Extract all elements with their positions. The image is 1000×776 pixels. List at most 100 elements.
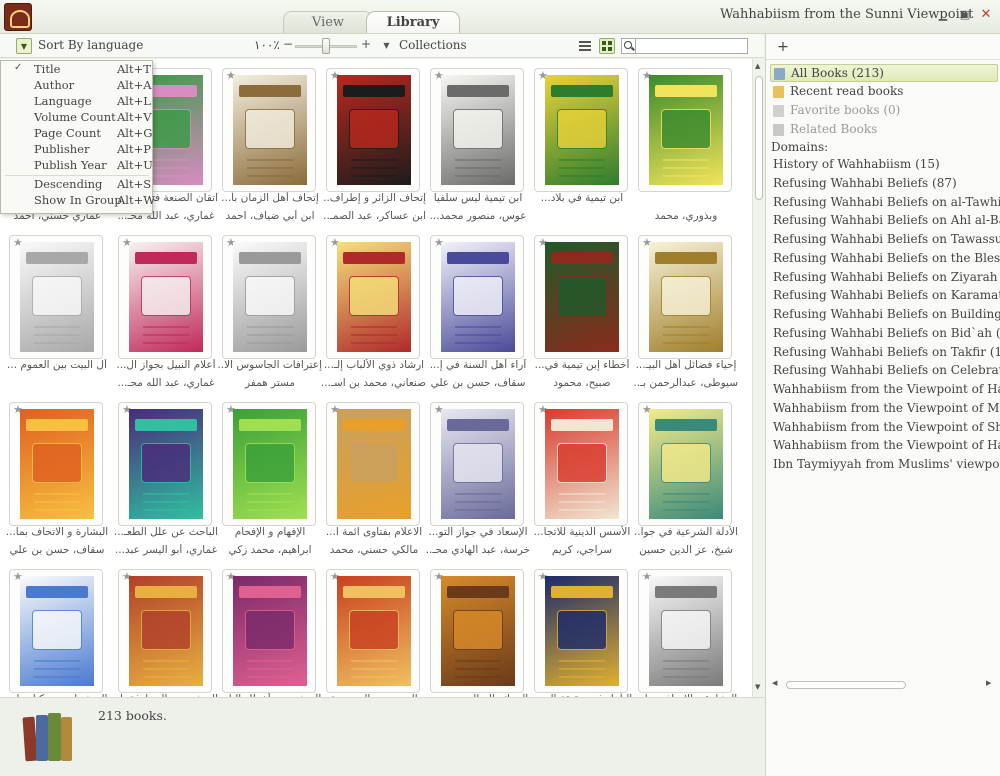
sort-menu-item[interactable]: ✓ Title Alt+T <box>2 62 152 78</box>
book-card[interactable]: ★التأمل في حقيقة التو... <box>532 569 632 697</box>
book-title[interactable]: الاعلام بفتاوى ائمة ا... <box>322 526 426 538</box>
zoom-out-button[interactable]: − <box>283 37 293 51</box>
book-frame[interactable]: ★ <box>638 235 732 359</box>
book-card[interactable]: ★ أخطاء إبن تيمية في... صبيح، محمود <box>534 235 629 393</box>
book-frame[interactable]: ★ <box>9 402 103 526</box>
book-cover[interactable] <box>337 242 411 352</box>
domain-item[interactable]: Refusing Wahhabi Beliefs on Building Tom… <box>773 307 1000 324</box>
book-card[interactable]: ★ ابن تيمية في بلاد... <box>534 68 628 226</box>
book-card[interactable]: ★التبرك بالصالحين بين... <box>428 569 528 697</box>
search-icon[interactable] <box>621 38 636 54</box>
domain-item[interactable]: Wahhabiism from the Viewpoint of Maaliki <box>773 401 1000 418</box>
book-cover[interactable] <box>233 75 307 185</box>
sort-menu-item[interactable]: Publisher Alt+P <box>2 142 152 158</box>
book-cover[interactable] <box>649 576 723 686</box>
book-frame[interactable]: ★ <box>430 68 524 192</box>
collection-item[interactable]: All Books (213) <box>770 64 998 82</box>
book-title[interactable]: ابن تيمية في بلاد... <box>530 192 634 204</box>
book-cover[interactable] <box>233 409 307 519</box>
sort-menu-item[interactable]: Show In Group Alt+W <box>2 193 155 209</box>
book-cover[interactable] <box>337 576 411 686</box>
book-card[interactable]: ★ آراء أهل السنة في إ... سقاف، حسن بن علي <box>430 235 526 393</box>
collections-label[interactable]: Collections <box>399 38 467 52</box>
domain-item[interactable]: Refusing Wahhabi Beliefs on Karamat (1) <box>773 288 1000 305</box>
sort-menu-item[interactable]: Language Alt+L <box>2 94 152 110</box>
book-frame[interactable]: ★ <box>222 235 316 359</box>
domain-item[interactable]: Refusing Wahhabi Beliefs on the Blessing… <box>773 251 1000 268</box>
book-cover[interactable] <box>545 576 619 686</box>
book-card[interactable]: ★ ابن تيمية ليس سلفيا عوس، منصور محمد... <box>430 68 526 226</box>
book-card[interactable]: ★ البشارة و الاتحاف بما... سقاف، حسن بن عل… <box>6 402 108 560</box>
book-card[interactable]: ★ وبذوري، محمد <box>638 68 732 226</box>
scroll-up-icon[interactable]: ▲ <box>755 62 760 70</box>
book-cover[interactable] <box>649 242 723 352</box>
scroll-left-icon[interactable]: ◀ <box>772 679 777 687</box>
book-card[interactable]: ★ ارشاد ذوي الألباب إلـ... صنعاني، محمد بن… <box>322 235 426 393</box>
domain-item[interactable]: Refusing Wahhabi Beliefs on Celebrating … <box>773 363 1000 380</box>
book-frame[interactable]: ★ <box>118 235 212 359</box>
book-title[interactable]: إتحاف أهل الزمان بأ... <box>218 192 322 204</box>
book-card[interactable]: ★ أعلام النبيل بجواز ال... غماري، عبد الله… <box>116 235 216 393</box>
panel-horizontal-scrollbar[interactable]: ◀ ▶ <box>766 679 1000 691</box>
sort-menu-item[interactable]: Author Alt+A <box>2 78 152 94</box>
domain-item[interactable]: Refusing Wahhabi Beliefs (87) <box>773 176 1000 193</box>
book-cover[interactable] <box>20 242 94 352</box>
book-cover[interactable] <box>337 75 411 185</box>
book-card[interactable]: ★ الاعلام بفتاوى ائمة ا... مالكي حسني، محم… <box>326 402 422 560</box>
book-title[interactable]: ارشاد ذوي الألباب إلـ... <box>322 359 426 371</box>
sort-menu-item[interactable]: Descending Alt+S <box>2 177 152 193</box>
book-cover[interactable] <box>129 409 203 519</box>
domain-item[interactable]: Wahhabiism from the Viewpoint of Hanbal <box>773 438 1000 455</box>
book-cover[interactable] <box>20 409 94 519</box>
book-cover[interactable] <box>545 75 619 185</box>
domain-item[interactable]: Refusing Wahhabi Beliefs on Tawassul (28… <box>773 232 1000 249</box>
book-frame[interactable]: ★ <box>326 569 420 693</box>
maximize-icon[interactable]: ▣ <box>957 8 973 22</box>
scroll-down-icon[interactable]: ▼ <box>755 683 760 691</box>
book-cover[interactable] <box>337 409 411 519</box>
book-title[interactable]: أعلام النبيل بجواز ال... <box>114 359 218 371</box>
domain-item[interactable]: Refusing Wahhabi Beliefs on Bid`ah (6) <box>773 326 1000 343</box>
book-cover[interactable] <box>441 75 515 185</box>
book-title[interactable]: أخطاء إبن تيمية في... <box>530 359 634 371</box>
book-card[interactable]: ★ الأسس الدينية للاتجا... سراجي، كريم <box>534 402 630 560</box>
book-title[interactable]: الإسعاد في جواز التو... <box>426 526 530 538</box>
book-title[interactable]: الباحث عن علل الطعـ... <box>114 526 218 538</box>
book-cover[interactable] <box>233 576 307 686</box>
zoom-in-button[interactable]: + <box>361 37 371 51</box>
book-card[interactable]: ★التجسيم و المجسمة <box>326 569 420 697</box>
book-frame[interactable]: ★ <box>430 402 524 526</box>
book-frame[interactable]: ★ <box>534 569 628 693</box>
sort-menu-item[interactable]: Volume Count Alt+V <box>2 110 152 126</box>
book-card[interactable]: ★ إحياء فضائل أهل البيـ... سيوطى، عبدالرحم… <box>634 235 738 393</box>
collections-dropdown-icon[interactable]: ▼ <box>380 38 393 54</box>
grid-scroll-thumb[interactable] <box>755 76 763 200</box>
close-icon[interactable]: ✕ <box>978 8 994 22</box>
book-cover[interactable] <box>649 409 723 519</box>
book-card[interactable]: ★التحذير من المجازفة با... <box>114 569 218 697</box>
book-title[interactable]: إتحاف الزائر و إطراف... <box>322 192 426 204</box>
book-frame[interactable]: ★ <box>326 235 420 359</box>
book-card[interactable]: ★ الإفهام و الإفحام ابراهيم، محمد زكي <box>222 402 316 560</box>
book-frame[interactable]: ★ <box>638 402 732 526</box>
book-frame[interactable]: ★ <box>9 569 103 693</box>
book-title[interactable]: الإفهام و الإفحام <box>218 526 322 538</box>
domain-item[interactable]: Wahhabiism from the Viewpoint of Shafi`i <box>773 420 1000 437</box>
book-frame[interactable]: ★ <box>430 569 524 693</box>
book-cover[interactable] <box>441 242 515 352</box>
book-title[interactable]: إحياء فضائل أهل البيـ... <box>634 359 738 371</box>
book-frame[interactable]: ★ <box>638 68 732 192</box>
collection-item[interactable]: Recent read books <box>770 83 998 101</box>
book-title[interactable]: البشارة و الاتحاف بما... <box>5 526 109 538</box>
domain-item[interactable]: Refusing Wahhabi Beliefs on Takfir (10) <box>773 345 1000 362</box>
book-card[interactable]: ★ إتحاف أهل الزمان بأ... ابن أبي ضياف، احم… <box>221 68 319 226</box>
book-frame[interactable]: ★ <box>326 68 420 192</box>
book-card[interactable]: ★ إعترافات الجاسوس الا... مستر همفر <box>218 235 322 393</box>
scroll-right-icon[interactable]: ▶ <box>986 679 991 687</box>
grid-view-icon[interactable] <box>599 38 615 54</box>
tab-library[interactable]: Library <box>366 11 460 33</box>
book-frame[interactable]: ★ <box>118 402 212 526</box>
book-frame[interactable]: ★ <box>534 235 628 359</box>
domain-item[interactable]: Refusing Wahhabi Beliefs on Ziyarah (31) <box>773 270 1000 287</box>
book-card[interactable]: ★البشارة و الاتحاف بما... <box>635 569 737 697</box>
